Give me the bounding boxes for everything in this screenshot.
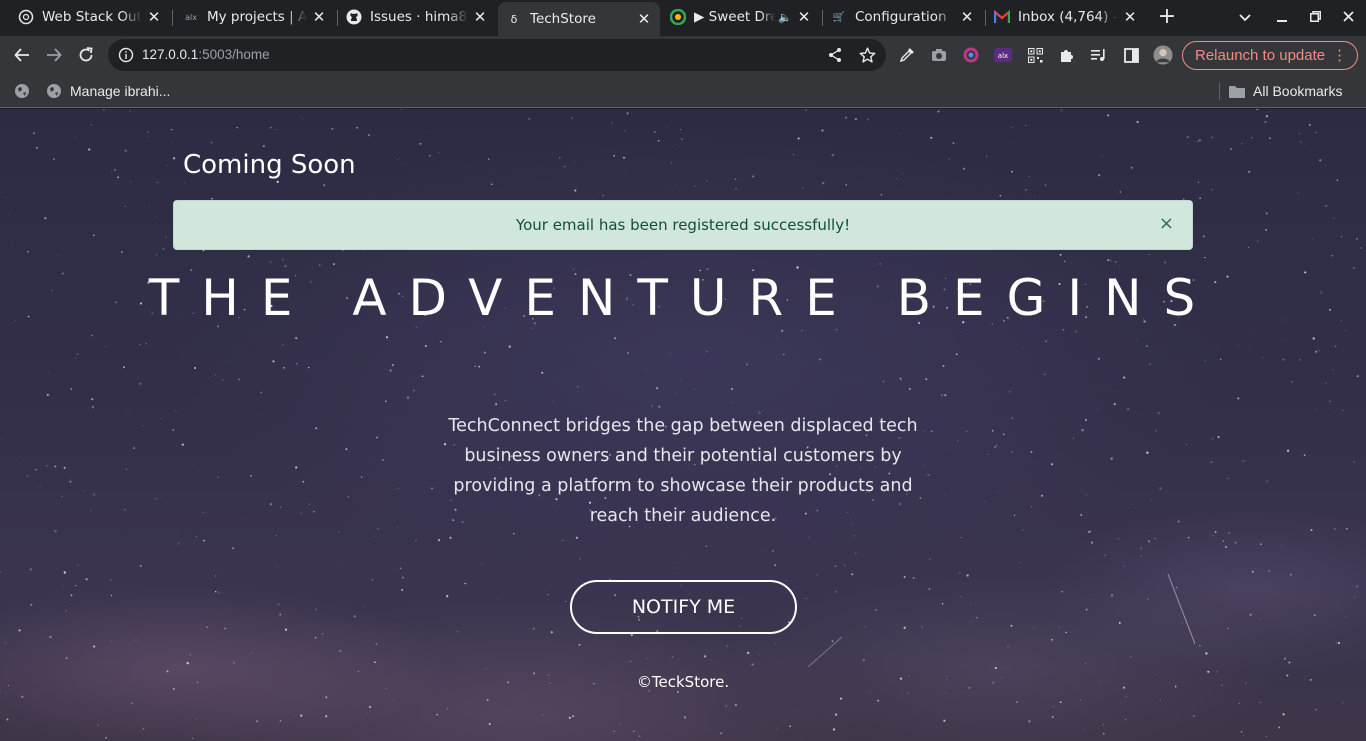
close-window-icon[interactable] [1336,6,1360,30]
new-tab-button[interactable]: + [1155,6,1179,30]
tab-gmail[interactable]: Inbox (4,764) - Gmail ✕ [986,0,1146,34]
close-tab-icon[interactable]: ✕ [146,8,162,26]
hero-description: TechConnect bridges the gap between disp… [448,416,918,526]
tab-title: Issues · hima890 [370,9,468,25]
close-tab-icon[interactable]: ✕ [1122,8,1138,26]
extensions-puzzle-icon[interactable] [1057,45,1077,65]
eyedropper-icon[interactable] [897,45,917,65]
color-ring-icon[interactable] [961,45,981,65]
all-bookmarks-button[interactable]: All Bookmarks [1229,81,1342,101]
alx-extension-icon[interactable]: alx [993,45,1013,65]
close-tab-icon[interactable]: ✕ [472,8,488,26]
bookmark-item-globe[interactable] [14,81,38,101]
tab-title: ▶ Sweet Dreams [694,9,776,25]
site-info-icon[interactable] [118,47,134,63]
page-content: Coming Soon Your email has been register… [0,109,1366,741]
notify-me-button[interactable]: NOTIFY ME [570,580,797,634]
tab-title: My projects | ALX Intranet [207,9,307,25]
alert-close-button[interactable]: × [1159,214,1174,234]
camera-icon[interactable] [929,45,949,65]
tab-strip: Web Stack Outline ✕ alx My projects | AL… [0,0,1366,36]
profile-avatar[interactable] [1153,45,1173,65]
tab-configuration[interactable]: 🛒 Configuration ✕ [823,0,983,34]
bookmark-item-manage[interactable]: Manage ibrahi... [46,81,170,101]
alx-icon: alx [185,12,197,22]
tab-separator [172,10,173,26]
more-menu-icon[interactable]: ⋮ [1332,46,1347,64]
openai-icon [18,9,34,25]
minimize-icon[interactable] [1270,6,1294,30]
svg-text:alx: alx [998,52,1008,60]
tab-sweet-dreams[interactable]: ▶ Sweet Dreams 🔈 ✕ [662,0,820,34]
tab-web-stack-outline[interactable]: Web Stack Outline ✕ [10,0,170,34]
tab-title: Configuration [855,9,947,25]
gmail-icon [994,9,1010,25]
qr-code-icon[interactable] [1025,45,1045,65]
tab-issues[interactable]: Issues · hima890 ✕ [338,0,496,34]
relaunch-button[interactable]: Relaunch to update ⋮ [1182,41,1358,70]
relaunch-label: Relaunch to update [1195,47,1326,64]
reload-icon[interactable] [72,41,100,69]
alert-message: Your email has been registered successfu… [515,216,851,234]
page-icon: δ [510,12,518,26]
url-text[interactable]: 127.0.0.1:5003/home [142,47,270,62]
tab-techstore[interactable]: δ TechStore ✕ [498,2,660,36]
media-controls-icon[interactable] [1089,45,1109,65]
star-icon[interactable] [858,46,876,64]
github-icon [346,9,362,25]
url-host: 127.0.0.1 [142,47,199,62]
tab-title: Web Stack Outline [42,9,142,25]
close-tab-icon[interactable]: ✕ [636,10,652,28]
restore-icon[interactable] [1303,6,1327,30]
close-tab-icon[interactable]: ✕ [311,8,327,26]
hero-headline: THE ADVENTURE BEGINS [148,269,1218,327]
forward-icon[interactable] [40,41,68,69]
bookmark-label: Manage ibrahi... [70,83,171,99]
url-path: :5003/home [198,47,270,62]
tab-title: TechStore [530,11,596,27]
all-bookmarks-label: All Bookmarks [1253,83,1343,99]
close-tab-icon[interactable]: ✕ [959,8,975,26]
bookmarks-bar: Manage ibrahi... All Bookmarks [0,74,1366,108]
audio-tab-icon [670,9,686,25]
bookmarks-divider [1219,82,1220,100]
side-panel-icon[interactable] [1121,45,1141,65]
tab-my-projects[interactable]: alx My projects | ALX Intranet ✕ [175,0,335,34]
share-icon[interactable] [826,46,844,64]
success-alert: Your email has been registered successfu… [173,200,1193,250]
globe-icon [14,83,30,99]
address-bar[interactable]: 127.0.0.1:5003/home [108,39,886,71]
speaker-icon[interactable]: 🔈 [778,11,792,24]
tab-title: Inbox (4,764) - Gmail [1018,9,1118,25]
tab-search-icon[interactable] [1233,6,1257,30]
browser-toolbar: 127.0.0.1:5003/home alx Relaunch to upda… [0,36,1366,74]
back-icon[interactable] [8,41,36,69]
copyright-text: ©TeckStore. [636,673,730,691]
page-title: Coming Soon [183,150,356,180]
cart-icon: 🛒 [832,11,846,23]
globe-icon [46,83,62,99]
close-tab-icon[interactable]: ✕ [796,8,812,26]
folder-icon [1229,83,1245,99]
